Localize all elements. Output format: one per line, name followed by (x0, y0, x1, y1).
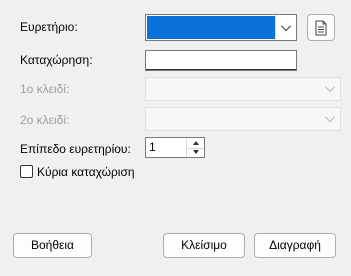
chevron-down-icon (281, 20, 291, 31)
index-label: Ευρετήριο: (20, 20, 78, 34)
key2-label: 2ο κλειδί: (20, 113, 70, 127)
key2-combobox[interactable] (145, 107, 341, 131)
index-level-spinner[interactable]: 1 (145, 137, 205, 158)
index-level-label: Επίπεδο ευρετηρίου: (20, 142, 131, 156)
index-selected-value (147, 16, 276, 39)
document-icon (315, 20, 327, 36)
chevron-down-icon (325, 82, 335, 93)
help-button[interactable]: Βοήθεια (13, 233, 92, 258)
arrow-up-icon (192, 140, 199, 145)
close-button[interactable]: Κλείσιμο (163, 233, 245, 258)
key1-label: 1ο κλειδί: (20, 82, 70, 96)
key1-combobox[interactable] (145, 77, 341, 101)
delete-button[interactable]: Διαγραφή (254, 233, 336, 258)
entry-label: Καταχώρηση: (20, 53, 93, 67)
main-entry-label[interactable]: Κύρια καταχώριση (37, 165, 135, 179)
index-level-value: 1 (149, 140, 156, 154)
main-entry-checkbox[interactable] (20, 165, 33, 178)
index-combobox[interactable] (145, 14, 297, 41)
decrement-button[interactable] (187, 148, 204, 158)
entry-field[interactable] (145, 50, 297, 71)
chevron-down-icon (325, 112, 335, 123)
key1-dropdown-button[interactable] (320, 78, 340, 100)
arrow-down-icon (192, 150, 199, 155)
index-dropdown-button[interactable] (275, 15, 296, 40)
new-index-button[interactable] (307, 14, 335, 41)
key2-dropdown-button[interactable] (320, 108, 340, 130)
